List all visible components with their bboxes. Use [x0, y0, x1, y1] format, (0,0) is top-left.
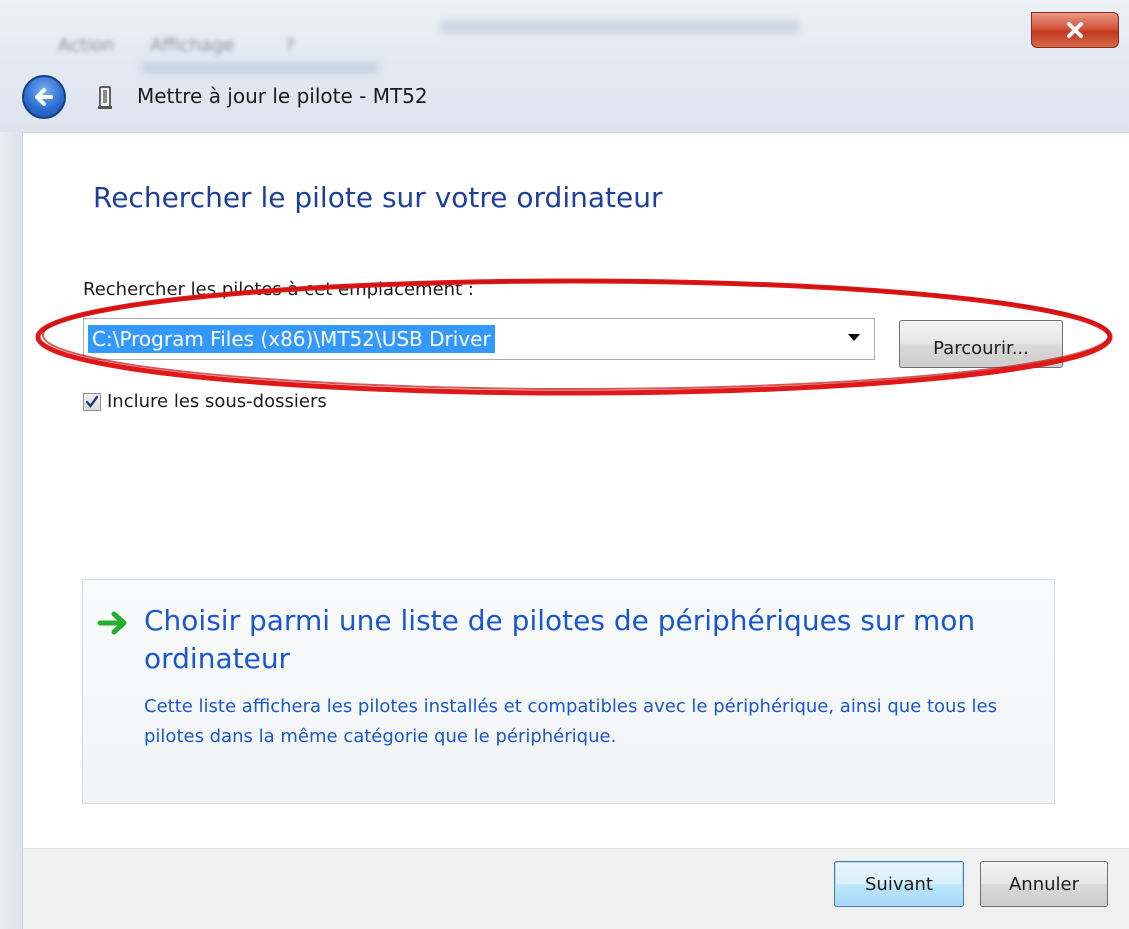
background-menu-help: ?: [285, 35, 295, 56]
driver-path-combobox[interactable]: C:\Program Files (x86)\MT52\USB Driver: [83, 318, 875, 360]
wizard-footer: Suivant Annuler: [22, 848, 1129, 929]
driver-update-window: Action Affichage ? Mettre à jour le pilo…: [0, 0, 1129, 929]
background-menu-view: Affichage: [150, 35, 235, 56]
close-button[interactable]: [1031, 12, 1119, 48]
background-toolbar: [140, 62, 380, 74]
window-left-frame: [0, 132, 22, 929]
back-arrow-icon: [35, 88, 53, 106]
next-button[interactable]: Suivant: [834, 861, 964, 907]
include-subfolders-label[interactable]: Inclure les sous-dossiers: [107, 391, 327, 412]
back-button[interactable]: [22, 75, 66, 119]
choose-driver-list-option[interactable]: Choisir parmi une liste de pilotes de pé…: [82, 579, 1055, 804]
include-subfolders-checkbox[interactable]: [83, 392, 101, 411]
browse-button[interactable]: Parcourir...: [899, 320, 1063, 368]
choose-driver-list-description: Cette liste affichera les pilotes instal…: [144, 696, 997, 747]
choose-driver-list-title[interactable]: Choisir parmi une liste de pilotes de pé…: [144, 602, 1024, 678]
location-label: Rechercher les pilotes à cet emplacement…: [83, 279, 474, 300]
window-chrome: Action Affichage ? Mettre à jour le pilo…: [0, 0, 1129, 132]
wizard-content: Rechercher le pilote sur votre ordinateu…: [22, 132, 1129, 848]
usb-device-icon: [98, 86, 112, 109]
background-titlebar: [440, 20, 800, 34]
dropdown-arrow-icon[interactable]: [848, 334, 860, 341]
checkmark-icon: [85, 395, 99, 408]
background-menu-action: Action: [58, 35, 115, 56]
window-title: Mettre à jour le pilote - MT52: [137, 84, 428, 108]
close-icon: [1067, 22, 1083, 38]
cancel-button[interactable]: Annuler: [980, 861, 1108, 907]
driver-path-value[interactable]: C:\Program Files (x86)\MT52\USB Driver: [88, 325, 495, 353]
page-heading: Rechercher le pilote sur votre ordinateu…: [93, 181, 663, 214]
green-arrow-icon: [97, 611, 127, 635]
include-subfolders-row[interactable]: Inclure les sous-dossiers: [83, 391, 327, 412]
